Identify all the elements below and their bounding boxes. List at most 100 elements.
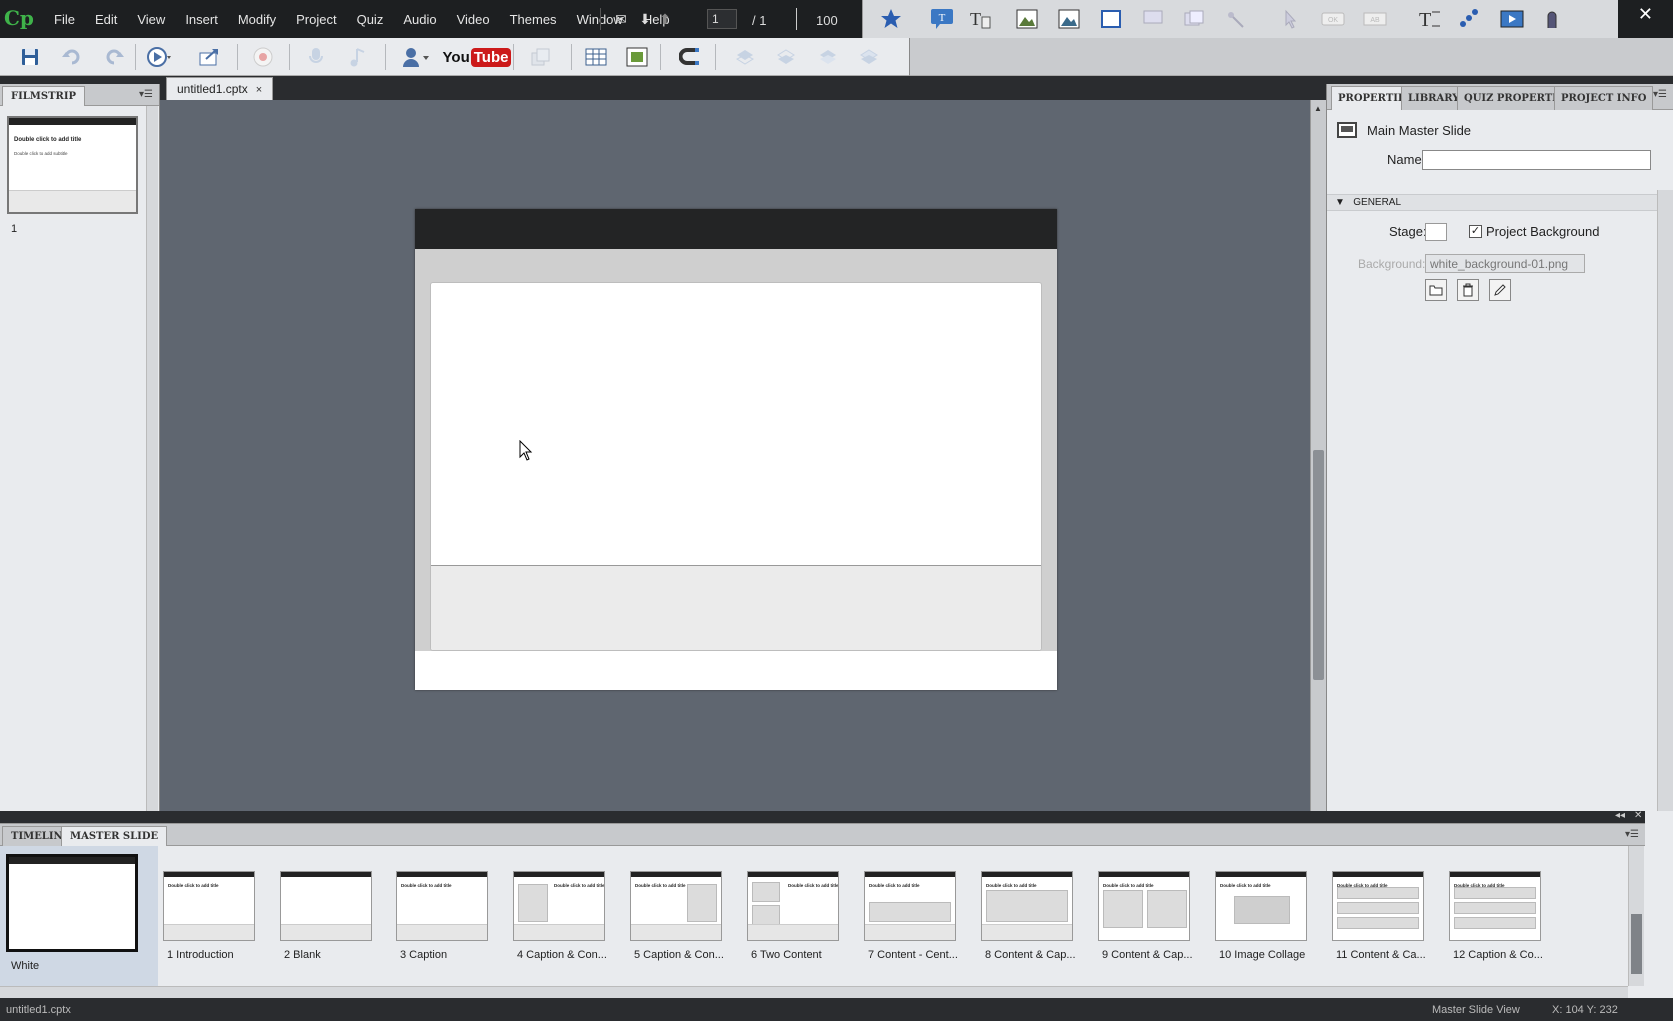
layout-thumbnail[interactable]: Double click to add title 3 Caption — [396, 871, 488, 961]
arrow-up-icon[interactable]: ⬆ — [657, 11, 673, 27]
send-backward-icon[interactable] — [815, 44, 841, 70]
publish-icon[interactable] — [196, 44, 222, 70]
stage-color-swatch[interactable] — [1425, 223, 1447, 241]
scroll-up-arrow-icon[interactable]: ▲ — [1314, 104, 1322, 113]
layout-thumbnail[interactable]: Double click to add title 6 Two Content — [747, 871, 839, 961]
layout-thumbnail[interactable]: Double click to add title 8 Content & Ca… — [981, 871, 1076, 961]
close-panel-icon[interactable]: ✕ — [1634, 810, 1642, 821]
trash-icon[interactable] — [1457, 279, 1479, 301]
project-background-checkbox[interactable]: ✓ — [1469, 225, 1482, 238]
close-tab-icon[interactable]: × — [256, 84, 262, 96]
scrollbar-thumb[interactable] — [1313, 450, 1324, 680]
video-icon[interactable] — [1497, 4, 1527, 34]
panel-menu-icon[interactable]: ▾☰ — [1653, 89, 1667, 100]
master-slide-scrollbar[interactable] — [1628, 846, 1644, 986]
thumb-header-band — [9, 118, 136, 125]
microphone-icon[interactable] — [303, 44, 329, 70]
image-icon[interactable] — [1012, 4, 1042, 34]
zoom-area-icon[interactable] — [1221, 4, 1251, 34]
filmstrip-slide-thumbnail[interactable]: Double click to add title Double click t… — [7, 116, 138, 214]
folder-icon[interactable] — [1425, 279, 1447, 301]
zoom-level[interactable]: 100 — [816, 13, 838, 28]
send-to-back-icon[interactable] — [856, 44, 882, 70]
rollover-caption-icon[interactable] — [1138, 4, 1168, 34]
tab-untitled1[interactable]: untitled1.cptx × — [166, 77, 274, 100]
tab-project-info[interactable]: PROJECT INFO — [1554, 86, 1654, 110]
layout-thumbnail[interactable]: Double click to add title 12 Caption & C… — [1449, 871, 1543, 961]
text-animation-icon[interactable]: T — [1414, 4, 1444, 34]
redo-icon[interactable] — [101, 44, 127, 70]
layout-thumbnail[interactable]: Double click to add title 9 Content & Ca… — [1098, 871, 1193, 961]
layout-thumbnail[interactable]: Double click to add title 11 Content & C… — [1332, 871, 1426, 961]
scrollbar-thumb[interactable] — [1631, 914, 1642, 974]
filmstrip-scrollbar[interactable] — [146, 106, 158, 811]
menu-modify[interactable]: Modify — [228, 12, 286, 27]
arrow-down-icon[interactable]: ⬇ — [637, 11, 653, 27]
master-slide-canvas[interactable] — [415, 209, 1057, 690]
bring-forward-icon[interactable] — [773, 44, 799, 70]
undo-icon[interactable] — [59, 44, 85, 70]
preview-play-icon[interactable] — [146, 44, 172, 70]
layout-thumbnail[interactable]: Double click to add title 10 Image Colla… — [1215, 871, 1307, 961]
placeholder-box — [1147, 890, 1187, 928]
menu-view[interactable]: View — [127, 12, 175, 27]
interactions-icon[interactable] — [1454, 4, 1484, 34]
slide-number-input[interactable]: 1 — [707, 9, 737, 29]
star-effects-icon[interactable] — [876, 4, 906, 34]
mouse-icon[interactable] — [1275, 4, 1305, 34]
menu-themes[interactable]: Themes — [500, 12, 567, 27]
placeholder-box — [752, 905, 780, 925]
youtube-icon[interactable]: You Tube — [443, 44, 512, 70]
image-slideshow-icon[interactable] — [1054, 4, 1084, 34]
table-icon[interactable] — [583, 44, 609, 70]
menu-video[interactable]: Video — [447, 12, 500, 27]
content-placeholder[interactable] — [430, 282, 1042, 651]
music-note-icon[interactable] — [345, 44, 371, 70]
menu-project[interactable]: Project — [286, 12, 346, 27]
highlight-box-icon[interactable] — [1096, 4, 1126, 34]
layout-thumbnail[interactable]: Double click to add title 4 Caption & Co… — [513, 871, 607, 961]
layout-thumbnail[interactable]: Double click to add title 7 Content - Ce… — [864, 871, 958, 961]
menu-file[interactable]: File — [44, 12, 85, 27]
save-icon[interactable] — [17, 44, 43, 70]
menu-insert[interactable]: Insert — [175, 12, 228, 27]
grid-icon[interactable] — [624, 44, 650, 70]
button-icon[interactable]: OK — [1318, 4, 1348, 34]
menu-edit[interactable]: Edit — [85, 12, 127, 27]
name-field[interactable] — [1422, 150, 1651, 170]
tab-master-slide[interactable]: MASTER SLIDE — [61, 826, 168, 846]
widget-icon[interactable] — [528, 44, 554, 70]
layout-preview: Double click to add title — [163, 871, 255, 941]
mail-icon[interactable]: ✉ — [613, 11, 629, 27]
tab-filmstrip[interactable]: FILMSTRIP — [2, 86, 86, 106]
properties-scrollbar[interactable] — [1657, 190, 1673, 811]
smart-shape-icon[interactable] — [1537, 4, 1567, 34]
master-label: White — [11, 960, 40, 972]
background-field[interactable]: white_background-01.png — [1425, 254, 1585, 273]
rollover-image-icon[interactable] — [1179, 4, 1209, 34]
text-entry-icon[interactable]: T — [965, 4, 995, 34]
layout-label: 3 Caption — [400, 949, 448, 961]
current-master-slide[interactable]: White — [0, 846, 158, 986]
close-window-button[interactable]: ✕ — [1638, 4, 1653, 25]
collapse-panel-icon[interactable]: ◂◂ — [1615, 810, 1625, 821]
text-caption-icon[interactable]: T — [927, 4, 957, 34]
record-icon[interactable] — [250, 44, 276, 70]
panel-menu-icon[interactable]: ▾☰ — [1625, 829, 1639, 840]
layout-thumbnail[interactable]: 2 Blank — [280, 871, 372, 961]
menu-audio[interactable]: Audio — [393, 12, 446, 27]
magnet-icon[interactable] — [677, 44, 703, 70]
character-icon[interactable] — [399, 44, 433, 70]
layout-thumbnail[interactable]: Double click to add title 1 Introduction — [163, 871, 255, 961]
edit-pencil-icon[interactable] — [1489, 279, 1511, 301]
thumb-footer — [982, 924, 1072, 940]
general-section-header[interactable]: ▼ GENERAL — [1327, 194, 1658, 211]
bring-to-front-icon[interactable] — [732, 44, 758, 70]
stage-scrollbar[interactable]: ▲ — [1310, 100, 1326, 811]
layout-thumbnail[interactable]: Double click to add title 5 Caption & Co… — [630, 871, 724, 961]
placeholder-box — [1454, 902, 1536, 914]
svg-text:T: T — [970, 9, 981, 29]
panel-menu-icon[interactable]: ▾☰ — [139, 89, 153, 100]
menu-quiz[interactable]: Quiz — [347, 12, 394, 27]
text-entry-box-icon[interactable]: AB — [1360, 4, 1390, 34]
